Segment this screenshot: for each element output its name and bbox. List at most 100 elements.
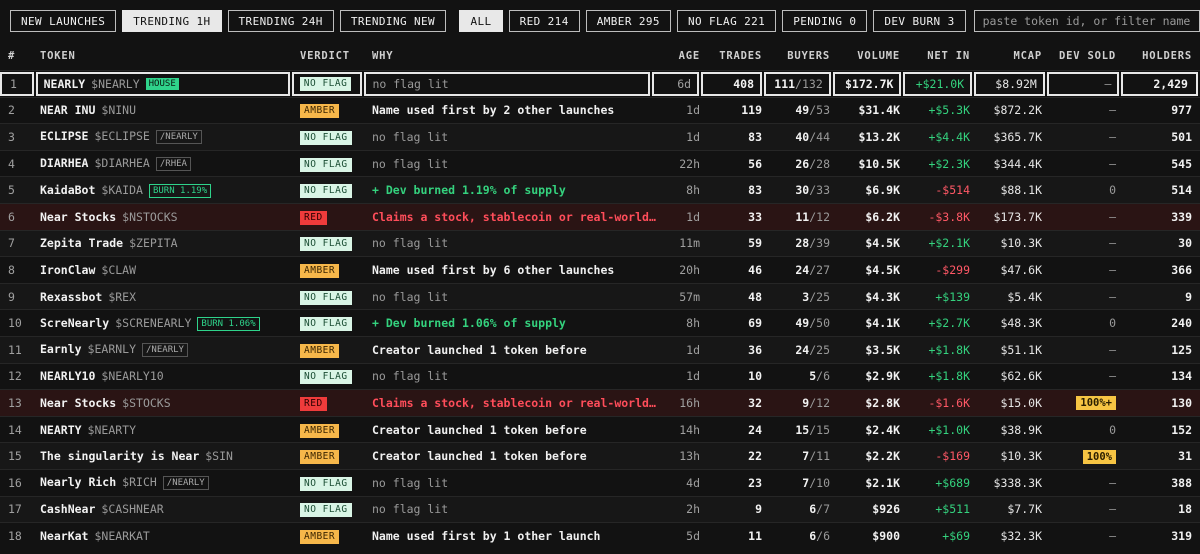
volume-value: $172.7K <box>832 71 902 96</box>
col-verdict[interactable]: VERDICT <box>294 50 366 62</box>
token-cell[interactable]: NEAR INU $NINU <box>34 103 294 117</box>
token-cell[interactable]: ECLIPSE $ECLIPSE/NEARLY <box>34 129 294 145</box>
search-input[interactable] <box>973 10 1200 32</box>
col-why[interactable]: WHY <box>366 50 658 62</box>
tab-new-launches[interactable]: NEW LAUNCHES <box>10 10 117 32</box>
why-text: no flag lit <box>372 475 449 490</box>
table-row[interactable]: 17 CashNear $CASHNEAR NO FLAG no flag lit 2h 9… <box>0 495 1200 523</box>
table-row[interactable]: 8 IronClaw $CLAW AMBER Name used first by 6 … <box>0 256 1200 283</box>
verdict-cell: NO FLAG <box>294 315 366 332</box>
why-text: Creator launched 1 token before <box>372 422 587 437</box>
trades-value: 48 <box>748 289 762 304</box>
token-cell[interactable]: NearKat $NEARKAT <box>34 529 294 543</box>
filter-dev-burn[interactable]: DEV BURN 3 <box>873 10 966 32</box>
token-cell[interactable]: NEARLY $NEARLY HOUSE <box>35 71 290 96</box>
token-cell[interactable]: Rexassbot $REX <box>34 290 294 304</box>
buyers-count: 26 <box>795 156 810 171</box>
col-netin[interactable]: NET IN <box>906 50 976 62</box>
col-age[interactable]: AGE <box>658 50 706 62</box>
why-text: no flag lit <box>372 129 449 144</box>
table-row[interactable]: 9 Rexassbot $REX NO FLAG no flag lit 57m 48 3/2… <box>0 282 1200 310</box>
devsold-cell: – <box>1048 476 1122 490</box>
filter-pending[interactable]: PENDING 0 <box>782 10 868 32</box>
devsold-value: – <box>1109 129 1116 144</box>
filter-amber[interactable]: AMBER 295 <box>585 10 671 32</box>
col-holders[interactable]: HOLDERS <box>1122 50 1200 62</box>
token-cell[interactable]: NEARLY10 $NEARLY10 <box>34 369 294 383</box>
token-badge: /NEARLY <box>162 476 209 491</box>
row-number: 15 <box>8 449 22 464</box>
row-number: 1 <box>0 71 34 96</box>
verdict-badge: NO FLAG <box>300 157 352 172</box>
token-cell[interactable]: Zepita Trade $ZEPITA <box>34 236 294 250</box>
buyers-count: 24 <box>795 342 810 357</box>
token-cell[interactable]: DIARHEA $DIARHEA/RHEA <box>34 156 294 172</box>
table-row[interactable]: 3 ECLIPSE $ECLIPSE/NEARLY NO FLAG no flag li… <box>0 123 1200 150</box>
netin-value: -$299 <box>935 262 970 277</box>
token-name: ECLIPSE <box>40 129 89 144</box>
trades-value: 36 <box>748 342 762 357</box>
token-symbol: $NINU <box>101 103 137 118</box>
col-devsold[interactable]: DEV SOLD <box>1048 50 1122 62</box>
verdict-badge: NO FLAG <box>299 76 352 91</box>
verdict-badge: NO FLAG <box>300 370 352 385</box>
table-row[interactable]: 11 Earnly $EARNLY/NEARLY AMBER Creator launc… <box>0 335 1200 363</box>
tab-trending-24h[interactable]: TRENDING 24H <box>227 10 334 32</box>
holders-value: 240 <box>1171 316 1192 331</box>
table-row[interactable]: 15 The singularity is Near $SIN AMBER Creato… <box>0 442 1200 469</box>
table-row[interactable]: 16 Nearly Rich $RICH/NEARLY NO FLAG no flag … <box>0 468 1200 496</box>
why-text: no flag lit <box>364 71 650 96</box>
token-cell[interactable]: Nearly Rich $RICH/NEARLY <box>34 475 294 491</box>
token-name: ScreNearly <box>40 315 110 330</box>
col-trades[interactable]: TRADES <box>706 50 768 62</box>
col-num[interactable]: # <box>0 50 34 62</box>
table-row[interactable]: 10 ScreNearly $SCRENEARLY BURN 1.06% NO FLAG… <box>0 309 1200 336</box>
verdict-badge: AMBER <box>300 104 340 119</box>
col-buyers[interactable]: BUYERS <box>768 50 836 62</box>
token-cell[interactable]: KaidaBot $KAIDA BURN 1.19% <box>34 183 294 198</box>
col-volume[interactable]: VOLUME <box>836 50 906 62</box>
table-row[interactable]: 13 Near Stocks $STOCKS RED Claims a stock, s… <box>0 389 1200 416</box>
filter-red[interactable]: RED 214 <box>508 10 580 32</box>
table-row[interactable]: 14 NEARTY $NEARTY AMBER Creator launched 1 t… <box>0 415 1200 443</box>
devsold-cell: – <box>1048 502 1122 516</box>
token-cell[interactable]: The singularity is Near $SIN <box>34 449 294 463</box>
buyers-total: /27 <box>809 262 830 277</box>
col-token[interactable]: TOKEN <box>34 50 294 62</box>
devsold-cell: – <box>1048 529 1122 543</box>
table-row[interactable]: 7 Zepita Trade $ZEPITA NO FLAG no flag lit 11… <box>0 229 1200 257</box>
token-cell[interactable]: Near Stocks $NSTOCKS <box>34 210 294 224</box>
token-cell[interactable]: NEARTY $NEARTY <box>34 423 294 437</box>
table-row[interactable]: 12 NEARLY10 $NEARLY10 NO FLAG no flag lit 1d 1… <box>0 362 1200 390</box>
trades-value: 23 <box>748 475 762 490</box>
filter-no-flag[interactable]: NO FLAG 221 <box>676 10 777 32</box>
buyers-value: 49/50 <box>768 316 836 330</box>
row-number: 3 <box>8 129 15 144</box>
table-row[interactable]: 2 NEAR INU $NINU AMBER Name used first by 2 … <box>0 96 1200 124</box>
token-cell[interactable]: ScreNearly $SCRENEARLY BURN 1.06% <box>34 316 294 331</box>
buyers-total: /25 <box>809 342 830 357</box>
table-row[interactable]: 5 KaidaBot $KAIDA BURN 1.19% NO FLAG + Dev bu… <box>0 176 1200 203</box>
buyers-total: /6 <box>816 369 830 384</box>
table-row[interactable]: 18 NearKat $NEARKAT AMBER Name used first by… <box>0 522 1200 549</box>
table-row[interactable]: 4 DIARHEA $DIARHEA/RHEA NO FLAG no flag lit 2… <box>0 149 1200 177</box>
age-value: 16h <box>679 395 700 410</box>
table-row[interactable]: 1 NEARLY $NEARLY HOUSE NO FLAG no flag lit 6d 4… <box>0 70 1200 97</box>
verdict-cell: AMBER <box>294 102 366 119</box>
tab-trending-new[interactable]: TRENDING NEW <box>339 10 447 32</box>
tab-trending-1h[interactable]: TRENDING 1H <box>122 10 222 32</box>
mcap-value: $872.2K <box>993 103 1042 118</box>
token-cell[interactable]: Near Stocks $STOCKS <box>34 396 294 410</box>
token-cell[interactable]: IronClaw $CLAW <box>34 263 294 277</box>
col-mcap[interactable]: MCAP <box>976 50 1048 62</box>
verdict-cell: RED <box>294 209 366 225</box>
devsold-cell: 100%+ <box>1048 395 1122 411</box>
token-cell[interactable]: CashNear $CASHNEAR <box>34 502 294 516</box>
token-cell[interactable]: Earnly $EARNLY/NEARLY <box>34 342 294 358</box>
age-value: 5d <box>686 528 700 543</box>
verdict-cell: NO FLAG <box>294 289 366 305</box>
buyers-total: /12 <box>809 209 830 224</box>
table-row[interactable]: 6 Near Stocks $NSTOCKS RED Claims a stock, s… <box>0 202 1200 230</box>
mcap-value: $173.7K <box>993 209 1042 224</box>
filter-all[interactable]: ALL <box>459 10 503 32</box>
